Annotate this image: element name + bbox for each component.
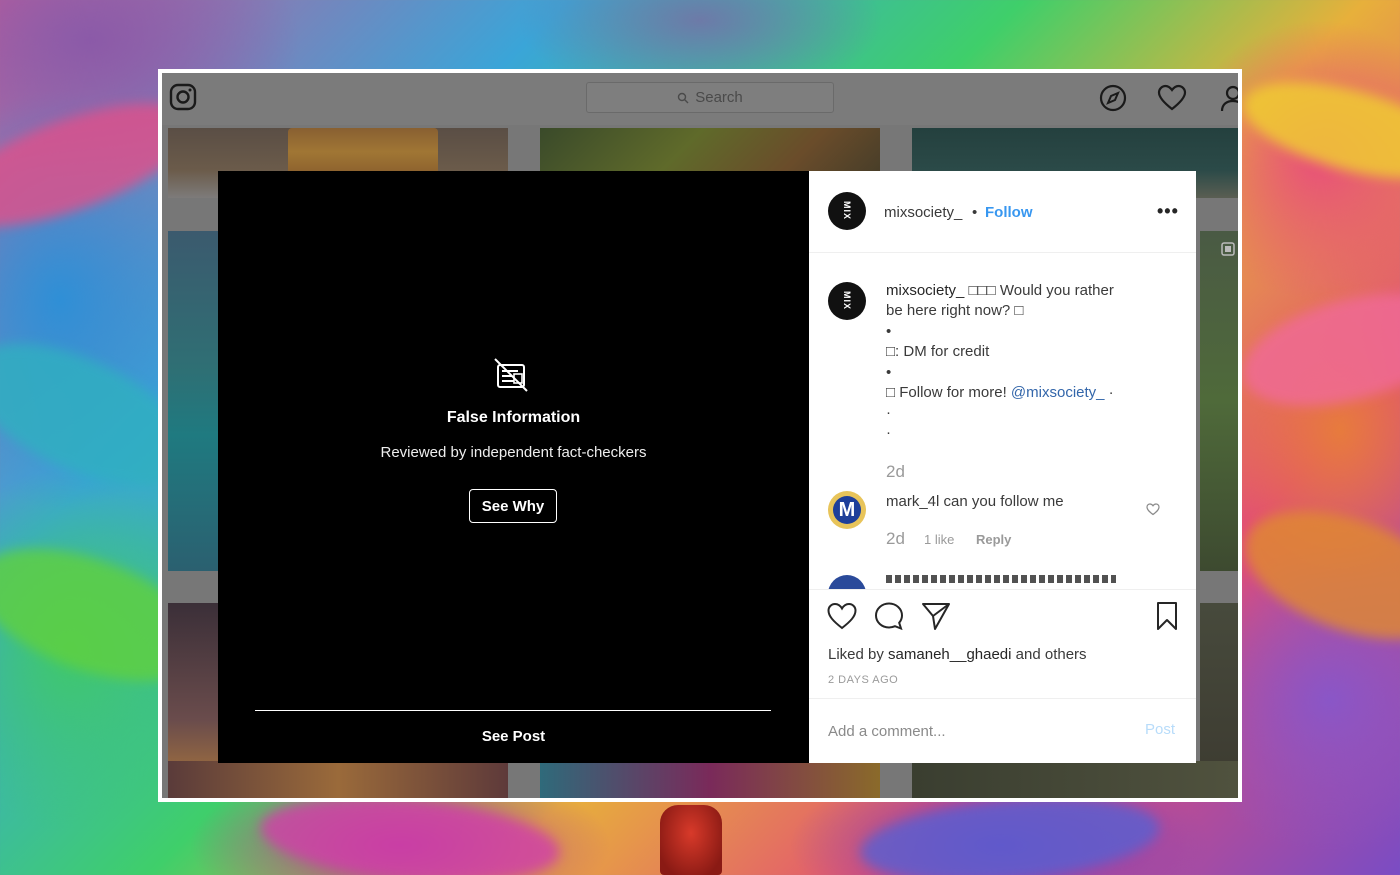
- grid-thumbnail[interactable]: [168, 761, 508, 798]
- grid-thumbnail[interactable]: [912, 761, 1238, 798]
- background-object: [660, 805, 722, 875]
- see-why-button[interactable]: See Why: [469, 489, 557, 523]
- false-information-icon: [494, 358, 528, 392]
- liked-by-username[interactable]: samaneh__ghaedi: [888, 646, 1011, 663]
- comment-text: can you follow me: [943, 493, 1064, 510]
- caption-line: □: DM for credit: [886, 343, 990, 360]
- instagram-window: Search False Information Reviewed by ind…: [162, 73, 1238, 798]
- caption-line: mixsociety_ □□□ Would you rather: [886, 281, 1166, 302]
- post-date[interactable]: 2 DAYS AGO: [828, 674, 898, 686]
- liked-suffix[interactable]: and others: [1011, 646, 1087, 663]
- comment: mark_4l can you follow me: [886, 493, 1064, 510]
- follow-button[interactable]: Follow: [985, 204, 1033, 221]
- truncated-comment-text: [886, 575, 1116, 583]
- grid-thumbnail[interactable]: [1200, 231, 1238, 571]
- mention-link[interactable]: @mixsociety_: [1011, 384, 1105, 401]
- liked-prefix: Liked by: [828, 646, 889, 663]
- caption-username[interactable]: mixsociety_: [886, 282, 964, 299]
- post-header: MIX mixsociety_ • Follow •••: [809, 171, 1196, 253]
- background-streak: [1230, 273, 1400, 427]
- avatar[interactable]: MIX: [828, 282, 866, 320]
- caption-line: •: [886, 364, 892, 381]
- explore-compass-icon[interactable]: [1098, 83, 1128, 113]
- caption-text: □ Follow for more!: [886, 384, 1011, 401]
- caption-line: ·: [886, 424, 891, 441]
- post-comment-button[interactable]: Post: [1145, 721, 1175, 738]
- search-placeholder: Search: [695, 89, 743, 106]
- search-box[interactable]: Search: [586, 82, 834, 113]
- comment-input[interactable]: [828, 719, 1128, 743]
- comment-bubble-icon[interactable]: [873, 600, 905, 632]
- false-information-title: False Information: [446, 409, 581, 426]
- instagram-logo-icon[interactable]: [168, 82, 198, 112]
- search-icon: [678, 92, 689, 103]
- post-details-panel: MIX mixsociety_ • Follow ••• MIX mixsoci…: [809, 171, 1196, 763]
- fact-check-subtitle: Reviewed by independent fact-checkers: [380, 444, 647, 461]
- post-actions: Liked by samaneh__ghaedi and others 2 DA…: [809, 589, 1196, 699]
- caption-line: •: [886, 323, 892, 340]
- comment-username[interactable]: mark_4l: [886, 493, 939, 510]
- grid-thumbnail[interactable]: [540, 761, 880, 798]
- carousel-icon: [1221, 242, 1235, 256]
- avatar[interactable]: MIX: [828, 192, 866, 230]
- profile-icon[interactable]: [1218, 83, 1238, 113]
- post-media-overlay: False Information Reviewed by independen…: [218, 171, 809, 763]
- add-comment-bar: Post: [809, 698, 1196, 763]
- caption-text: ·: [1104, 384, 1114, 401]
- reply-button[interactable]: Reply: [976, 532, 1011, 547]
- separator-dot: •: [972, 204, 978, 221]
- caption-line: be here right now? □: [886, 302, 1024, 319]
- comment-like-heart-icon[interactable]: [1146, 502, 1160, 516]
- background-streak: [1233, 62, 1400, 198]
- comment-like-count[interactable]: 1 like: [924, 532, 954, 547]
- like-heart-icon[interactable]: [826, 600, 858, 632]
- see-post-button[interactable]: See Post: [218, 728, 809, 745]
- caption-line: ·: [886, 404, 891, 421]
- divider: [255, 710, 771, 711]
- liked-by-text: Liked by samaneh__ghaedi and others: [828, 646, 1087, 663]
- share-send-icon[interactable]: [920, 600, 952, 632]
- background-streak: [1227, 485, 1400, 665]
- screenshot-frame: Search False Information Reviewed by ind…: [158, 69, 1242, 802]
- avatar: [828, 575, 866, 589]
- avatar[interactable]: M: [828, 491, 866, 529]
- top-navigation: Search: [162, 73, 1238, 125]
- more-options-icon[interactable]: •••: [1157, 201, 1179, 222]
- save-bookmark-icon[interactable]: [1151, 600, 1183, 632]
- caption-text: □□□ Would you rather: [964, 282, 1114, 299]
- post-author-username[interactable]: mixsociety_: [884, 204, 962, 221]
- caption-timestamp[interactable]: 2d: [886, 462, 905, 482]
- comment-timestamp[interactable]: 2d: [886, 529, 905, 549]
- activity-heart-icon[interactable]: [1157, 83, 1187, 113]
- caption-line: □ Follow for more! @mixsociety_ ·: [886, 383, 1166, 404]
- next-comment-peek: [828, 575, 1168, 589]
